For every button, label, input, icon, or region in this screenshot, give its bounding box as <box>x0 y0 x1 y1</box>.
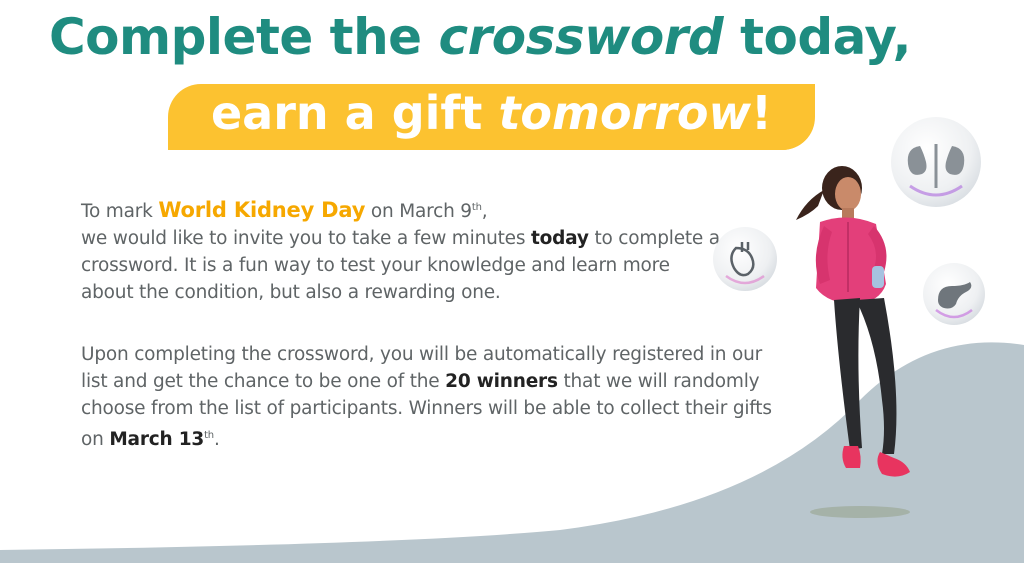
runner-illustration <box>796 166 910 518</box>
details-paragraph: Upon completing the crossword, you will … <box>81 344 772 451</box>
intro-paragraph: To mark World Kidney Day on March 9th, w… <box>81 198 720 304</box>
headline-line2: earn a gift tomorrow! <box>210 86 773 140</box>
heart-icon <box>713 227 777 291</box>
headline-line1: Complete the crossword today, <box>48 8 912 66</box>
pancreas-icon <box>923 263 985 325</box>
